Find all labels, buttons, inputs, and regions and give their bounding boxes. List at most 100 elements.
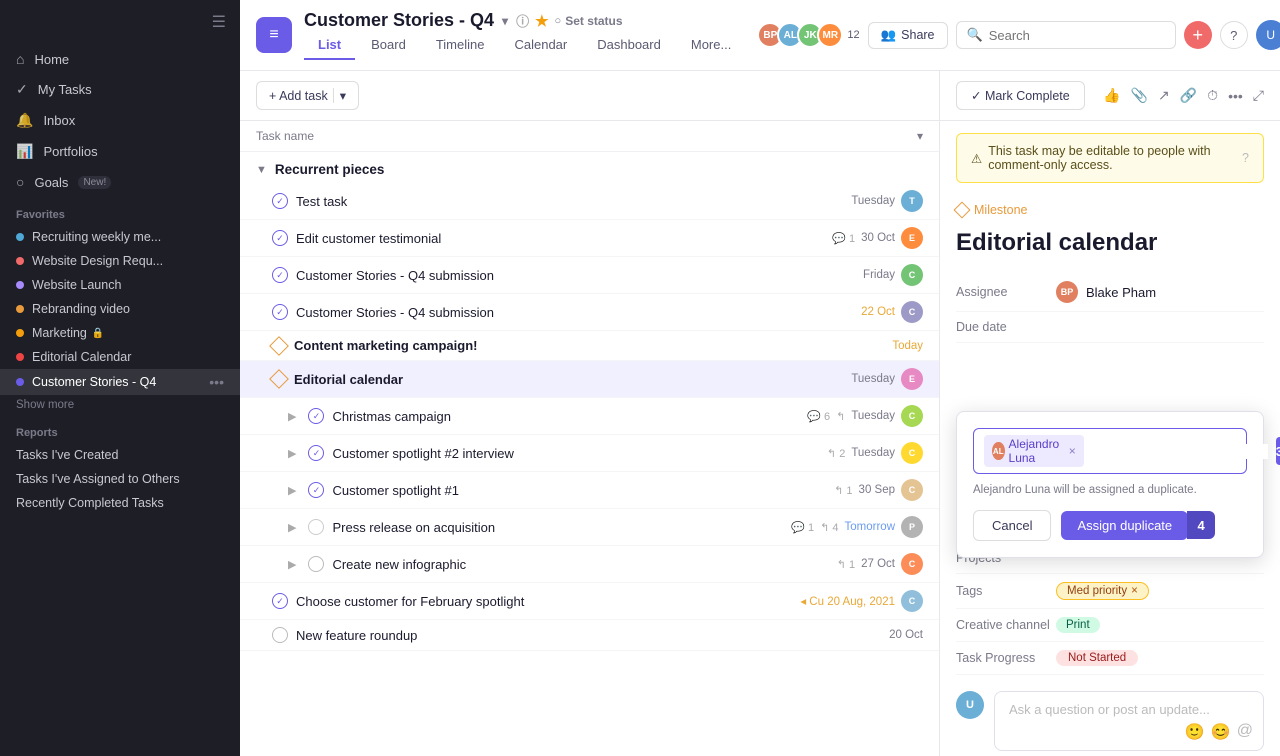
add-task-chevron[interactable]: ▾ bbox=[333, 88, 346, 103]
sidebar-item-portfolios[interactable]: 📊 Portfolios bbox=[0, 136, 240, 167]
task-meta: Tuesday T bbox=[851, 190, 923, 212]
cancel-button[interactable]: Cancel bbox=[973, 510, 1051, 541]
sidebar-item-goals[interactable]: ○ Goals New! bbox=[0, 167, 240, 197]
sidebar-item-inbox[interactable]: 🔔 Inbox bbox=[0, 105, 240, 136]
tab-board[interactable]: Board bbox=[357, 31, 420, 60]
task-check[interactable] bbox=[308, 519, 324, 535]
expand-icon[interactable]: ⤢ bbox=[1253, 87, 1264, 104]
expand-icon[interactable]: ▶ bbox=[288, 447, 296, 460]
task-avatar: T bbox=[901, 190, 923, 212]
med-priority-tag[interactable]: Med priority × bbox=[1056, 582, 1149, 600]
task-check[interactable]: ✓ bbox=[308, 482, 324, 498]
task-check[interactable]: ✓ bbox=[272, 230, 288, 246]
tab-more[interactable]: More... bbox=[677, 31, 745, 60]
task-check[interactable]: ✓ bbox=[272, 193, 288, 209]
task-check[interactable]: ✓ bbox=[272, 267, 288, 283]
circle-icon: ○ bbox=[16, 174, 24, 190]
sidebar-fav-website-design[interactable]: Website Design Requ... bbox=[0, 249, 240, 273]
sidebar-fav-customer-stories[interactable]: Customer Stories - Q4 ••• bbox=[0, 369, 240, 395]
detail-title: Editorial calendar bbox=[940, 225, 1280, 273]
subtask-icon: ↰ bbox=[836, 410, 845, 423]
task-row[interactable]: ▶ Press release on acquisition 💬 1 ↰ 4 T… bbox=[240, 509, 939, 546]
task-row[interactable]: ▶ Create new infographic ↰ 1 27 Oct C bbox=[240, 546, 939, 583]
sidebar-item-my-tasks[interactable]: ✓ My Tasks bbox=[0, 74, 240, 105]
task-row[interactable]: New feature roundup 20 Oct bbox=[240, 620, 939, 651]
tag-remove-icon[interactable]: × bbox=[1131, 585, 1138, 597]
task-check[interactable]: ✓ bbox=[308, 408, 324, 424]
print-tag[interactable]: Print bbox=[1056, 617, 1100, 633]
menu-icon[interactable]: ☰ bbox=[212, 12, 226, 32]
help-button[interactable]: ? bbox=[1220, 21, 1248, 49]
sidebar-fav-marketing[interactable]: Marketing 🔒 bbox=[0, 321, 240, 345]
emoji-icon[interactable]: 🙂 bbox=[1185, 722, 1205, 742]
more-icon[interactable]: ••• bbox=[1228, 88, 1243, 104]
star-icon[interactable]: ★ bbox=[535, 12, 548, 30]
add-button[interactable]: + bbox=[1184, 21, 1212, 49]
expand-icon[interactable]: ▶ bbox=[288, 558, 296, 571]
info-icon[interactable]: ⓘ bbox=[516, 11, 529, 30]
fav-label: Recruiting weekly me... bbox=[32, 230, 161, 244]
task-avatar: C bbox=[901, 264, 923, 286]
tab-calendar[interactable]: Calendar bbox=[500, 31, 581, 60]
like-icon[interactable]: 👍 bbox=[1103, 87, 1120, 104]
sidebar-fav-website-launch[interactable]: Website Launch bbox=[0, 273, 240, 297]
task-name: Create new infographic bbox=[332, 557, 828, 572]
comment-area: U Ask a question or post an update... 🙂 … bbox=[940, 675, 1280, 756]
sidebar-item-home[interactable]: ⌂ Home bbox=[0, 44, 240, 74]
mark-complete-button[interactable]: ✓ Mark Complete bbox=[956, 81, 1085, 110]
share-icon[interactable]: ↗ bbox=[1158, 87, 1170, 104]
share-button[interactable]: 👥 Share bbox=[868, 22, 948, 49]
set-status-btn[interactable]: ○ Set status bbox=[555, 14, 623, 28]
task-row[interactable]: ▶ ✓ Customer spotlight #1 ↰ 1 30 Sep C bbox=[240, 472, 939, 509]
task-check[interactable] bbox=[272, 627, 288, 643]
chip-remove-button[interactable]: × bbox=[1069, 444, 1076, 458]
task-row[interactable]: ▶ ✓ Customer spotlight #2 interview ↰ 2 … bbox=[240, 435, 939, 472]
task-check[interactable]: ✓ bbox=[272, 593, 288, 609]
expand-icon[interactable]: ▶ bbox=[288, 521, 296, 534]
task-row[interactable]: Content marketing campaign! Today bbox=[240, 331, 939, 361]
help-icon: ? bbox=[1242, 151, 1249, 165]
sidebar-report-recently-completed[interactable]: Recently Completed Tasks bbox=[0, 491, 240, 515]
popup-input[interactable] bbox=[1092, 444, 1268, 459]
tab-list[interactable]: List bbox=[304, 31, 355, 60]
favorites-label: Favorites bbox=[0, 197, 240, 225]
assign-duplicate-button[interactable]: Assign duplicate bbox=[1061, 511, 1188, 540]
attachment-icon[interactable]: 📎 bbox=[1131, 87, 1148, 104]
more-options-icon[interactable]: ••• bbox=[209, 374, 224, 390]
task-row[interactable]: ✓ Choose customer for February spotlight… bbox=[240, 583, 939, 620]
emoji-icon[interactable]: 😊 bbox=[1211, 722, 1231, 742]
sidebar-fav-editorial[interactable]: Editorial Calendar bbox=[0, 345, 240, 369]
task-row[interactable]: ✓ Customer Stories - Q4 submission Frida… bbox=[240, 257, 939, 294]
section-chevron[interactable]: ▼ bbox=[256, 164, 267, 176]
expand-icon[interactable]: ▶ bbox=[288, 410, 296, 423]
tab-timeline[interactable]: Timeline bbox=[422, 31, 499, 60]
task-row[interactable]: ✓ Customer Stories - Q4 submission 22 Oc… bbox=[240, 294, 939, 331]
sidebar-fav-recruiting[interactable]: Recruiting weekly me... bbox=[0, 225, 240, 249]
tab-dashboard[interactable]: Dashboard bbox=[583, 31, 675, 60]
mention-icon[interactable]: @ bbox=[1237, 722, 1253, 742]
task-check[interactable]: ✓ bbox=[272, 304, 288, 320]
search-input[interactable] bbox=[989, 28, 1165, 43]
task-row[interactable]: ✓ Edit customer testimonial 💬 1 30 Oct E bbox=[240, 220, 939, 257]
sidebar-fav-rebranding[interactable]: Rebranding video bbox=[0, 297, 240, 321]
task-check[interactable]: ✓ bbox=[308, 445, 324, 461]
sort-icon[interactable]: ▾ bbox=[917, 129, 923, 143]
subtask-icon: ↰ 4 bbox=[820, 521, 838, 534]
timer-icon[interactable]: ⏱ bbox=[1207, 87, 1218, 104]
task-row-editorial[interactable]: Editorial calendar Tuesday E bbox=[240, 361, 939, 398]
sidebar-report-tasks-assigned[interactable]: Tasks I've Assigned to Others bbox=[0, 467, 240, 491]
task-row[interactable]: ✓ Test task Tuesday T bbox=[240, 183, 939, 220]
comment-input-box[interactable]: Ask a question or post an update... 🙂 😊 … bbox=[994, 691, 1264, 751]
comment-icon: 💬 1 bbox=[832, 232, 855, 245]
not-started-badge[interactable]: Not Started bbox=[1056, 650, 1138, 666]
show-more[interactable]: Show more bbox=[0, 395, 240, 415]
due-date-label: Due date bbox=[956, 320, 1056, 334]
task-check[interactable] bbox=[308, 556, 324, 572]
task-row[interactable]: ▶ ✓ Christmas campaign 💬 6 ↰ Tuesday C bbox=[240, 398, 939, 435]
user-avatar[interactable]: U bbox=[1256, 20, 1280, 50]
add-task-button[interactable]: + Add task ▾ bbox=[256, 81, 359, 110]
link-icon[interactable]: 🔗 bbox=[1180, 87, 1197, 104]
search-box[interactable]: 🔍 bbox=[956, 21, 1176, 49]
sidebar-report-tasks-created[interactable]: Tasks I've Created bbox=[0, 443, 240, 467]
expand-icon[interactable]: ▶ bbox=[288, 484, 296, 497]
